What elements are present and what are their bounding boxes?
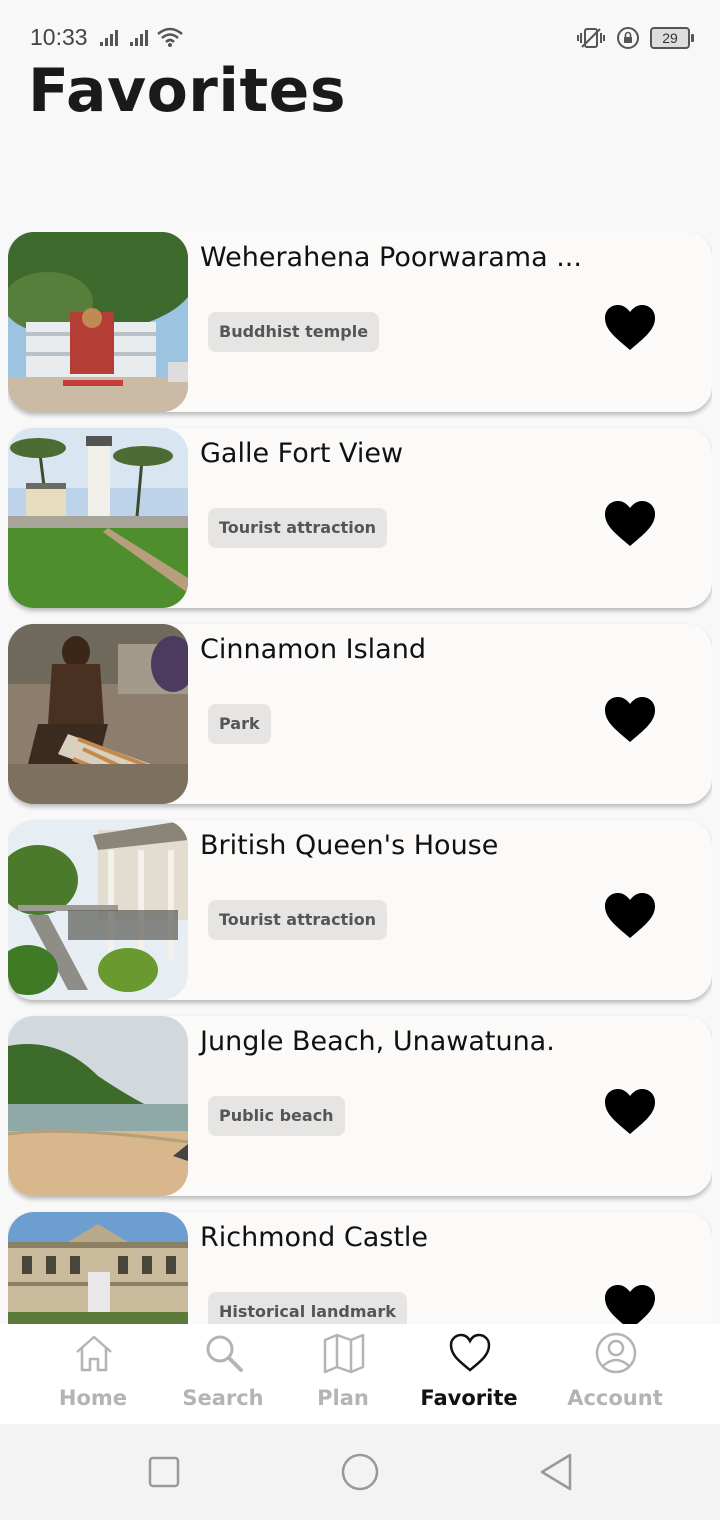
place-thumbnail: [8, 428, 188, 608]
favorite-card[interactable]: Cinnamon Island Park: [8, 624, 712, 804]
heart-icon[interactable]: [604, 304, 656, 352]
category-chip: Buddhist temple: [208, 312, 380, 352]
favorite-card[interactable]: Weherahena Poorwarama ... Buddhist templ…: [8, 232, 712, 412]
heart-icon[interactable]: [604, 500, 656, 548]
category-chip: Historical landmark: [208, 1292, 407, 1324]
rotation-lock-icon: [617, 27, 639, 49]
place-thumbnail: [8, 820, 188, 1000]
heart-icon[interactable]: [604, 1088, 656, 1136]
favorite-card[interactable]: British Queen's House Tourist attraction: [8, 820, 712, 1000]
nav-item-plan[interactable]: Plan: [278, 1324, 408, 1424]
nav-label: Home: [58, 1386, 128, 1410]
map-icon: [323, 1333, 365, 1374]
account-icon: [595, 1332, 637, 1374]
nav-item-account[interactable]: Account: [550, 1324, 680, 1424]
place-thumbnail: [8, 1016, 188, 1196]
battery-icon: 29: [650, 27, 694, 49]
nav-item-home[interactable]: Home: [28, 1324, 158, 1424]
nav-label: Plan: [317, 1386, 369, 1410]
place-thumbnail: [8, 624, 188, 804]
heart-icon: [449, 1333, 491, 1372]
category-chip: Tourist attraction: [208, 900, 388, 940]
nav-item-search[interactable]: Search: [158, 1324, 288, 1424]
back-icon[interactable]: [538, 1452, 574, 1492]
favorite-card[interactable]: Richmond Castle Historical landmark: [8, 1212, 712, 1324]
place-name[interactable]: Galle Fort View: [200, 438, 403, 469]
heart-icon[interactable]: [604, 892, 656, 940]
nav-label: Account: [567, 1386, 663, 1410]
favorites-list[interactable]: Weherahena Poorwarama ... Buddhist templ…: [8, 232, 712, 1324]
bottom-nav: Home Search Plan Favorite Account: [0, 1324, 720, 1424]
place-name[interactable]: Weherahena Poorwarama ...: [200, 242, 582, 273]
favorite-card[interactable]: Jungle Beach, Unawatuna. Public beach: [8, 1016, 712, 1196]
favorite-card[interactable]: Galle Fort View Tourist attraction: [8, 428, 712, 608]
signal-icon: [100, 30, 118, 46]
signal-icon: [130, 30, 148, 46]
place-name[interactable]: British Queen's House: [200, 830, 498, 861]
place-name[interactable]: Richmond Castle: [200, 1222, 428, 1253]
category-chip: Public beach: [208, 1096, 345, 1136]
vibrate-icon: [577, 28, 605, 48]
place-thumbnail: [8, 1212, 188, 1324]
home-icon: [76, 1335, 112, 1372]
status-icons: 29: [576, 26, 694, 50]
wifi-icon: [157, 27, 183, 47]
place-name[interactable]: Jungle Beach, Unawatuna.: [200, 1026, 555, 1057]
place-thumbnail: [8, 232, 188, 412]
nav-item-favorite[interactable]: Favorite: [404, 1324, 534, 1424]
system-nav-bar: [0, 1424, 720, 1520]
nav-label: Search: [182, 1386, 264, 1410]
status-time: 10:33: [30, 24, 88, 50]
category-chip: Tourist attraction: [208, 508, 388, 548]
home-circle-icon[interactable]: [340, 1452, 380, 1492]
heart-icon[interactable]: [604, 1284, 656, 1324]
search-icon: [206, 1335, 243, 1372]
nav-label: Favorite: [420, 1386, 518, 1410]
category-chip: Park: [208, 704, 271, 744]
place-name[interactable]: Cinnamon Island: [200, 634, 426, 665]
page-title: Favorites: [28, 56, 347, 126]
recents-icon[interactable]: [148, 1456, 180, 1488]
heart-icon[interactable]: [604, 696, 656, 744]
